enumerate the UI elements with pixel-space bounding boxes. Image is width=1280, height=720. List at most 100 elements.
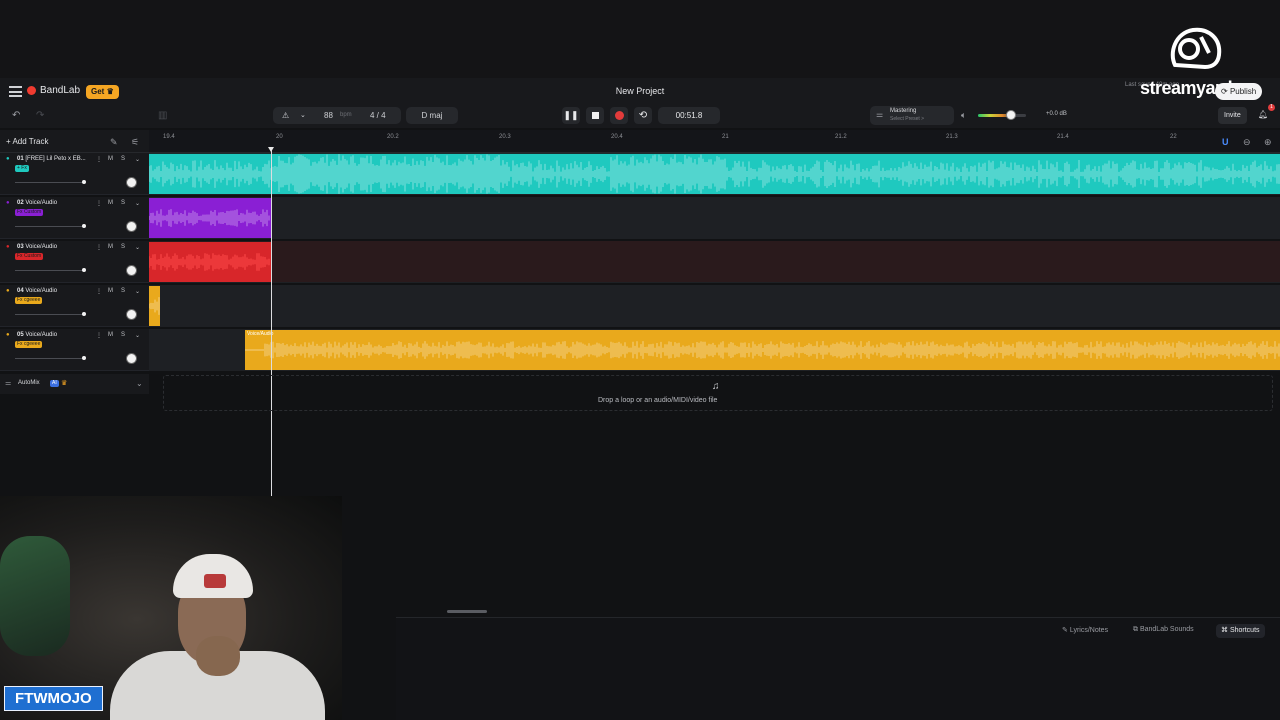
- solo-button[interactable]: S: [121, 244, 125, 250]
- track-volume-slider[interactable]: [15, 226, 85, 227]
- edit-tool-icon[interactable]: ✎: [110, 137, 118, 148]
- record-button[interactable]: [610, 107, 628, 124]
- loop-button[interactable]: ⟲: [634, 107, 652, 124]
- track-volume-slider[interactable]: [15, 314, 85, 315]
- volume-handle[interactable]: [82, 312, 86, 316]
- audio-clip[interactable]: [149, 286, 160, 326]
- fx-badge[interactable]: Fx Custom: [15, 253, 44, 260]
- solo-button[interactable]: S: [121, 332, 125, 338]
- volume-handle[interactable]: [82, 180, 86, 184]
- track-name[interactable]: 02 Voice/Audio: [17, 200, 57, 206]
- fx-badge[interactable]: Fx cgeeee: [15, 341, 43, 348]
- audio-clip[interactable]: Voice/Audio: [245, 330, 1280, 370]
- horizontal-scrollbar[interactable]: [447, 610, 487, 613]
- bandlab-sounds-button[interactable]: ⧉ BandLab Sounds: [1133, 626, 1194, 634]
- track-volume-slider[interactable]: [15, 270, 85, 271]
- undo-icon[interactable]: ↶: [12, 110, 20, 121]
- fx-badge[interactable]: + Fx: [15, 165, 29, 172]
- mute-button[interactable]: M: [108, 288, 113, 294]
- record-arm-icon[interactable]: ●: [6, 288, 10, 294]
- shortcuts-button[interactable]: ⌘ Shortcuts: [1216, 624, 1265, 638]
- snap-magnet-icon[interactable]: U: [1222, 137, 1229, 147]
- time-signature[interactable]: 4 / 4: [370, 107, 386, 124]
- metronome-icon[interactable]: ⚠: [282, 107, 289, 124]
- pause-button[interactable]: ❚❚: [562, 107, 580, 124]
- automix-label[interactable]: AutoMix: [18, 380, 40, 386]
- chevron-down-icon[interactable]: ⌄: [135, 156, 140, 163]
- track-name[interactable]: 01 [FREE] Lil Peto x EB...: [17, 156, 86, 162]
- track-lane[interactable]: [149, 197, 1280, 239]
- track-lane[interactable]: [149, 285, 1280, 327]
- volume-handle[interactable]: [82, 224, 86, 228]
- record-arm-icon[interactable]: ●: [6, 156, 10, 162]
- zoom-out-icon[interactable]: ⊖: [1243, 137, 1251, 148]
- audio-clip[interactable]: [149, 242, 271, 282]
- track-volume-slider[interactable]: [15, 182, 85, 183]
- track-lane[interactable]: Voice/Audio: [149, 329, 1280, 371]
- more-options-icon[interactable]: ⋮: [96, 288, 102, 295]
- mute-button[interactable]: M: [108, 200, 113, 206]
- pan-knob[interactable]: [126, 221, 137, 232]
- invite-button[interactable]: Invite: [1218, 107, 1247, 124]
- track-header[interactable]: ● 01 [FREE] Lil Peto x EB... + Fx ⋮ M S ⌄: [0, 153, 149, 195]
- pan-knob[interactable]: [126, 309, 137, 320]
- metronome-dropdown-icon[interactable]: ⌄: [300, 107, 306, 124]
- mastering-button[interactable]: ⚌ Mastering Select Preset >: [870, 106, 954, 125]
- track-volume-slider[interactable]: [15, 358, 85, 359]
- track-header[interactable]: ● 02 Voice/Audio Fx Custom ⋮ M S ⌄: [0, 197, 149, 239]
- stop-button[interactable]: [586, 107, 604, 124]
- track-name[interactable]: 03 Voice/Audio: [17, 244, 57, 250]
- lyrics-notes-button[interactable]: ✎ Lyrics/Notes: [1062, 626, 1108, 634]
- get-membership-button[interactable]: Get ♛: [86, 85, 119, 99]
- pan-knob[interactable]: [126, 353, 137, 364]
- record-arm-icon[interactable]: ●: [6, 200, 10, 206]
- track-lane[interactable]: [149, 153, 1280, 195]
- solo-button[interactable]: S: [121, 156, 125, 162]
- more-options-icon[interactable]: ⋮: [96, 332, 102, 339]
- pan-knob[interactable]: [126, 177, 137, 188]
- track-lane[interactable]: [149, 241, 1280, 283]
- track-header[interactable]: ● 05 Voice/Audio Fx cgeeee ⋮ M S ⌄: [0, 329, 149, 371]
- master-volume-knob[interactable]: [1006, 110, 1016, 120]
- speaker-icon[interactable]: 🔈︎: [961, 110, 966, 121]
- track-header[interactable]: ● 04 Voice/Audio Fx cgeeee ⋮ M S ⌄: [0, 285, 149, 327]
- add-track-button[interactable]: + Add Track: [6, 137, 48, 146]
- chevron-down-icon[interactable]: ⌄: [135, 332, 140, 339]
- chevron-down-icon[interactable]: ⌄: [135, 288, 140, 295]
- chevron-down-icon[interactable]: ⌄: [136, 379, 143, 388]
- volume-handle[interactable]: [82, 268, 86, 272]
- solo-button[interactable]: S: [121, 288, 125, 294]
- master-volume-slider[interactable]: [978, 114, 1026, 117]
- bell-icon[interactable]: 🔔︎: [1258, 110, 1268, 119]
- tool-grid-icon[interactable]: ▥: [158, 110, 167, 121]
- chevron-down-icon[interactable]: ⌄: [135, 244, 140, 251]
- track-header[interactable]: ● 03 Voice/Audio Fx Custom ⋮ M S ⌄: [0, 241, 149, 283]
- more-options-icon[interactable]: ⋮: [96, 200, 102, 207]
- project-title[interactable]: New Project: [590, 86, 690, 96]
- zoom-in-icon[interactable]: ⊕: [1264, 137, 1272, 148]
- playhead[interactable]: [271, 150, 272, 496]
- audio-clip[interactable]: [149, 198, 271, 238]
- mute-button[interactable]: M: [108, 156, 113, 162]
- publish-button[interactable]: ⟳ Publish: [1215, 83, 1263, 100]
- bpm-value[interactable]: 88: [324, 107, 333, 124]
- more-options-icon[interactable]: ⋮: [96, 244, 102, 251]
- chevron-down-icon[interactable]: ⌄: [135, 200, 140, 207]
- track-settings-icon[interactable]: ⚟: [131, 137, 139, 148]
- menu-icon[interactable]: [9, 86, 22, 97]
- playhead-handle[interactable]: [268, 147, 274, 152]
- mute-button[interactable]: M: [108, 332, 113, 338]
- record-arm-icon[interactable]: ●: [6, 244, 10, 250]
- audio-clip[interactable]: [149, 154, 1280, 194]
- record-arm-icon[interactable]: ●: [6, 332, 10, 338]
- fx-badge[interactable]: Fx cgeeee: [15, 297, 43, 304]
- pan-knob[interactable]: [126, 265, 137, 276]
- track-name[interactable]: 04 Voice/Audio: [17, 288, 57, 294]
- redo-icon[interactable]: ↷: [36, 110, 44, 121]
- timeline-ruler[interactable]: [149, 130, 1280, 153]
- track-name[interactable]: 05 Voice/Audio: [17, 332, 57, 338]
- mute-button[interactable]: M: [108, 244, 113, 250]
- bandlab-logo[interactable]: BandLab: [27, 85, 80, 96]
- volume-handle[interactable]: [82, 356, 86, 360]
- key-selector[interactable]: D maj: [406, 107, 458, 124]
